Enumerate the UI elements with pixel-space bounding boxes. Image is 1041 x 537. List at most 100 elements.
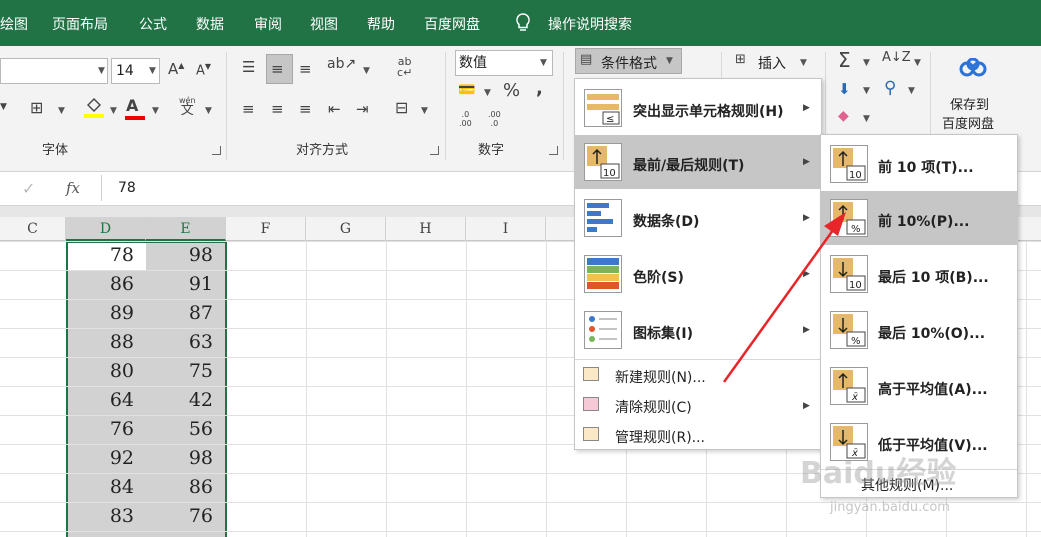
decrease-decimal-icon[interactable]: .00 .0	[488, 110, 501, 128]
chevron-down-icon[interactable]: ▼	[110, 106, 117, 116]
column-header-i[interactable]: I	[466, 217, 546, 241]
cell-d[interactable]: 64	[68, 386, 146, 415]
tab-baidu-netdisk[interactable]: 百度网盘	[424, 14, 480, 34]
column-header-f[interactable]: F	[226, 217, 306, 241]
number-format-box[interactable]: 数值	[455, 50, 553, 76]
column-header-g[interactable]: G	[306, 217, 386, 241]
chevron-right-icon: ▶	[803, 157, 810, 167]
tell-me-search[interactable]: 操作说明搜索	[548, 14, 632, 34]
column-header-d[interactable]: D	[66, 217, 146, 241]
font-dialog-launcher[interactable]	[212, 146, 221, 155]
chevron-down-icon[interactable]: ▼	[484, 88, 491, 98]
cell-e[interactable]: 75	[147, 357, 225, 386]
cell-d[interactable]: 84	[68, 473, 146, 502]
align-center-icon[interactable]: ≡	[271, 100, 284, 118]
baidu-save-line2[interactable]: 百度网盘	[942, 113, 994, 132]
tab-review[interactable]: 审阅	[254, 14, 282, 34]
chevron-down-icon[interactable]: ▼	[98, 66, 105, 76]
cell-d[interactable]: 83	[68, 502, 146, 531]
sort-filter-icon[interactable]: A↓Z	[882, 50, 911, 65]
tab-data[interactable]: 数据	[196, 14, 224, 34]
cell-e[interactable]: 86	[147, 473, 225, 502]
menu-item-top-bottom-rules[interactable]: 10 最前/最后规则(T) ▶	[575, 135, 821, 189]
autosum-button[interactable]: Σ	[838, 48, 851, 72]
chevron-down-icon[interactable]: ▼	[908, 86, 915, 96]
cell-d[interactable]: 86	[68, 270, 146, 299]
tab-draw[interactable]: 绘图	[0, 14, 28, 34]
menu-item-manage-rules[interactable]: 管理规则(R)...	[575, 421, 821, 451]
chevron-down-icon[interactable]: ▼	[863, 86, 870, 96]
font-color-icon[interactable]: A	[126, 96, 138, 115]
insert-label[interactable]: 插入	[758, 53, 786, 73]
phonetic-guide-icon[interactable]: wén 文	[179, 96, 196, 117]
font-name-box[interactable]	[0, 58, 108, 84]
clear-eraser-icon[interactable]: ◆	[838, 108, 849, 124]
tab-view[interactable]: 视图	[310, 14, 338, 34]
chevron-down-icon[interactable]: ▼	[914, 58, 921, 68]
menu-item-highlight-cells[interactable]: ≤ 突出显示单元格规则(H) ▶	[575, 81, 821, 135]
column-header-c[interactable]: C	[0, 217, 66, 241]
color-scales-icon	[584, 255, 622, 293]
number-dialog-launcher[interactable]	[549, 146, 558, 155]
column-header-h[interactable]: H	[386, 217, 466, 241]
menu-item-clear-rules[interactable]: 清除规则(C) ▶	[575, 391, 821, 421]
cell-d[interactable]: 89	[68, 299, 146, 328]
baidu-save-line1[interactable]: 保存到	[950, 94, 989, 113]
cell-d[interactable]: 76	[68, 415, 146, 444]
align-bottom-icon[interactable]: ≡	[299, 60, 312, 78]
cell-e[interactable]: 63	[147, 328, 225, 357]
cell-d[interactable]: 78	[68, 241, 146, 270]
increase-decimal-icon[interactable]: .0 .00	[459, 110, 472, 128]
percent-style-button[interactable]: %	[503, 80, 520, 101]
align-right-icon[interactable]: ≡	[299, 100, 312, 118]
decrease-font-icon[interactable]: A▼	[196, 62, 211, 78]
align-left-icon[interactable]: ≡	[242, 100, 255, 118]
orientation-icon[interactable]: ab↗	[327, 56, 356, 72]
cell-d[interactable]: 80	[68, 357, 146, 386]
chevron-down-icon[interactable]: ▼	[363, 66, 370, 76]
cell-e[interactable]: 91	[147, 270, 225, 299]
align-top-icon[interactable]: ☰	[242, 58, 255, 76]
chevron-down-icon[interactable]: ▼	[58, 106, 65, 116]
chevron-down-icon[interactable]: ▼	[800, 58, 807, 68]
baidu-netdisk-icon[interactable]	[958, 57, 988, 84]
merge-center-icon[interactable]: ⊟	[395, 98, 408, 117]
cell-e[interactable]: 87	[147, 299, 225, 328]
align-middle-icon[interactable]: ≡	[271, 60, 284, 78]
cell-d[interactable]: 92	[68, 444, 146, 473]
cell-e[interactable]: 98	[147, 444, 225, 473]
tab-page-layout[interactable]: 页面布局	[52, 14, 108, 34]
borders-icon[interactable]: ⊞	[30, 98, 43, 117]
submenu-item-top-10[interactable]: 10 前 10 项(T)...	[821, 137, 1017, 191]
chevron-down-icon[interactable]: ▼	[540, 58, 547, 68]
accounting-format-icon[interactable]: 💳	[458, 82, 475, 98]
tab-help[interactable]: 帮助	[367, 14, 395, 34]
cell-e[interactable]: 98	[147, 241, 225, 270]
tab-formulas[interactable]: 公式	[139, 14, 167, 34]
increase-indent-icon[interactable]: ⇥	[356, 100, 369, 118]
decrease-indent-icon[interactable]: ⇤	[328, 100, 341, 118]
comma-style-button[interactable]: ,	[536, 78, 543, 99]
insert-function-button[interactable]: fx	[66, 179, 80, 197]
chevron-down-icon[interactable]: ▼	[863, 58, 870, 68]
insert-cells-icon[interactable]: ⊞	[735, 52, 746, 67]
fill-color-icon[interactable]	[84, 96, 104, 122]
column-header-e[interactable]: E	[146, 217, 226, 241]
alignment-dialog-launcher[interactable]	[430, 146, 439, 155]
increase-font-icon[interactable]: A▲	[168, 60, 184, 78]
chevron-down-icon[interactable]: ▼	[421, 106, 428, 116]
chevron-down-icon[interactable]: ▼	[0, 102, 7, 112]
chevron-down-icon[interactable]: ▼	[149, 66, 156, 76]
chevron-down-icon[interactable]: ▼	[863, 114, 870, 124]
enter-check-icon[interactable]: ✓	[22, 179, 35, 198]
cell-e[interactable]: 42	[147, 386, 225, 415]
formula-input[interactable]: 78	[118, 180, 136, 196]
chevron-down-icon[interactable]: ▼	[152, 106, 159, 116]
cell-e[interactable]: 56	[147, 415, 225, 444]
chevron-down-icon[interactable]: ▼	[205, 106, 212, 116]
cell-e[interactable]: 76	[147, 502, 225, 531]
cell-d[interactable]: 88	[68, 328, 146, 357]
wrap-text-icon[interactable]: ab c↵	[397, 56, 412, 78]
find-select-icon[interactable]: ⚲	[884, 78, 896, 98]
fill-down-icon[interactable]: ⬇	[838, 80, 851, 98]
